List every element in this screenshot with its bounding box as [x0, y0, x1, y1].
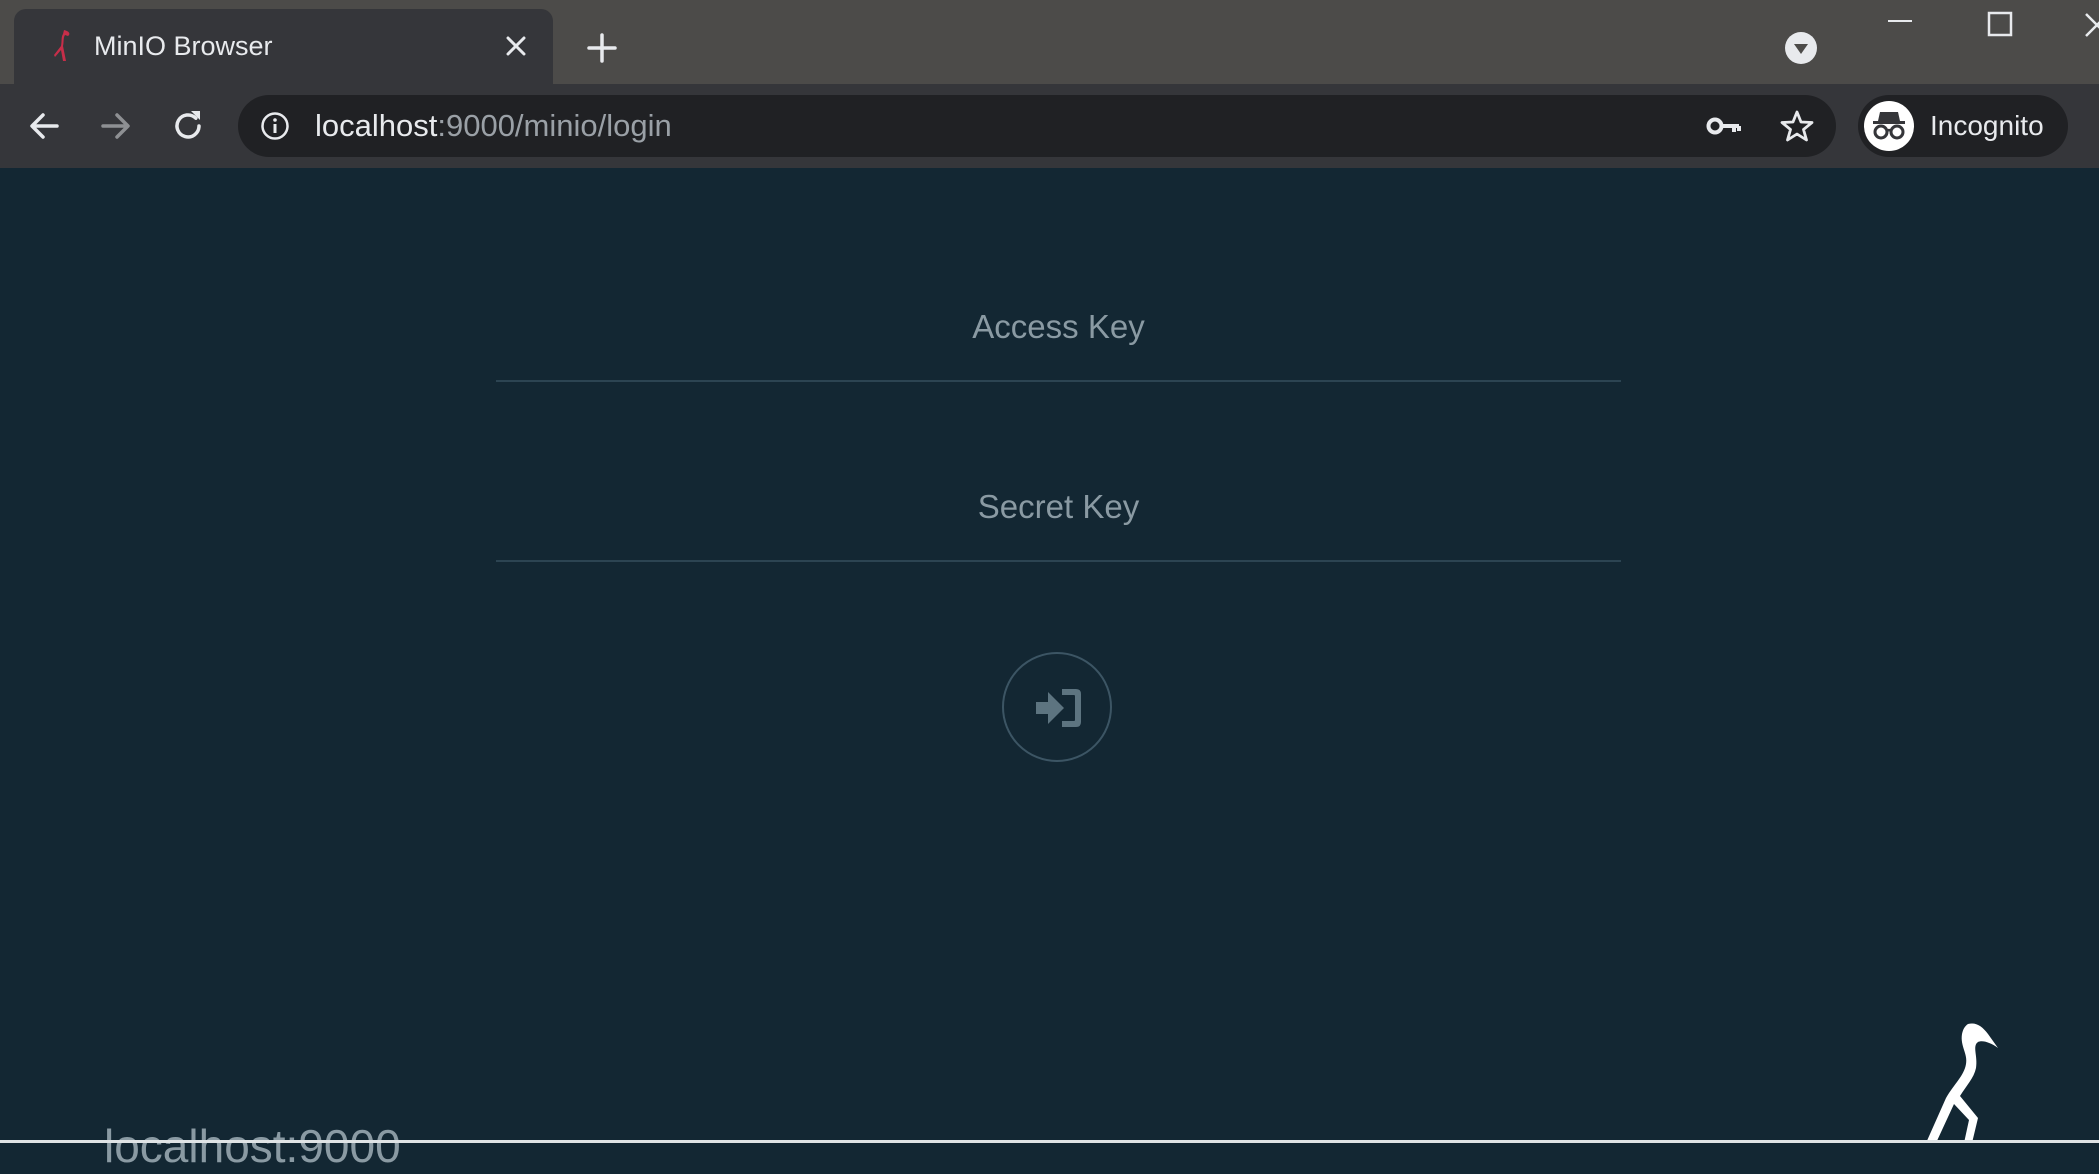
maximize-icon[interactable]	[1986, 10, 2014, 38]
minimize-icon[interactable]	[1886, 14, 1914, 28]
tab-strip: MinIO Browser	[0, 0, 2099, 84]
window-close-icon[interactable]	[2082, 8, 2099, 38]
access-key-field-wrapper	[496, 290, 1621, 382]
avatar	[1864, 101, 1914, 151]
incognito-icon	[1873, 112, 1905, 140]
url-host: localhost	[315, 108, 438, 143]
plus-icon[interactable]	[584, 30, 620, 66]
minio-logo-icon	[1926, 1023, 1998, 1143]
secret-key-field-wrapper	[496, 470, 1621, 562]
secret-key-input[interactable]	[496, 470, 1621, 562]
arrow-right-icon[interactable]	[95, 105, 137, 147]
close-icon[interactable]	[501, 31, 531, 61]
address-bar[interactable]: localhost:9000/minio/login	[238, 95, 1836, 157]
tab-title: MinIO Browser	[94, 31, 273, 61]
star-icon[interactable]	[1779, 108, 1815, 144]
login-form	[496, 290, 1621, 650]
browser-tab[interactable]: MinIO Browser	[14, 9, 553, 84]
access-key-input[interactable]	[496, 290, 1621, 382]
login-button[interactable]	[1002, 652, 1112, 762]
arrow-left-icon[interactable]	[23, 105, 65, 147]
sign-in-icon	[1036, 689, 1081, 727]
chevron-down-icon[interactable]	[1784, 31, 1818, 65]
info-icon[interactable]	[260, 111, 290, 141]
incognito-profile-button[interactable]: Incognito	[1858, 95, 2068, 157]
minio-bird-icon	[54, 30, 70, 61]
url-path: :9000/minio/login	[437, 108, 672, 143]
key-icon[interactable]	[1706, 111, 1742, 141]
url-text[interactable]: localhost:9000/minio/login	[315, 108, 672, 144]
server-host-label: localhost:9000	[104, 1120, 401, 1172]
profile-label: Incognito	[1930, 110, 2044, 141]
browser-toolbar: localhost:9000/minio/login Incognito	[0, 84, 2099, 168]
reload-icon[interactable]	[167, 105, 209, 147]
